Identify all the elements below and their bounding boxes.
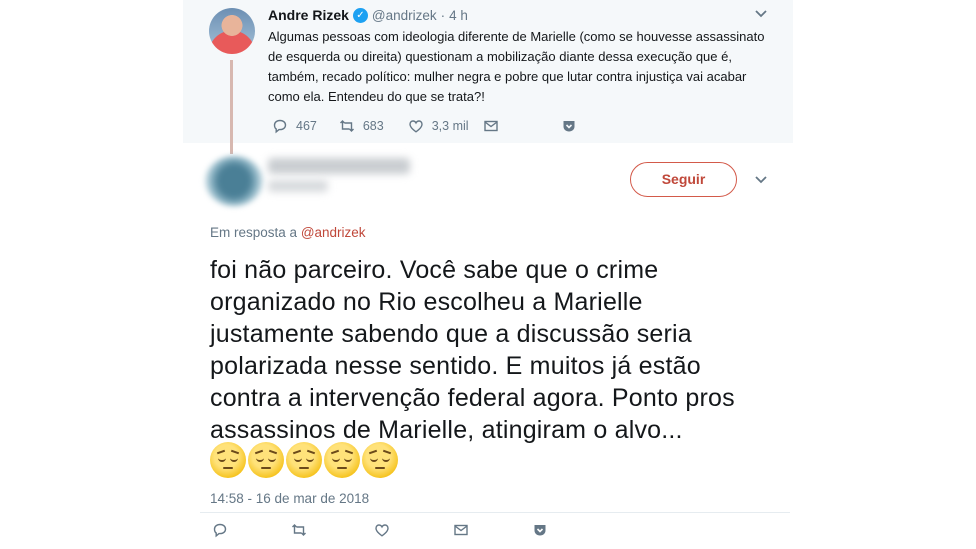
reply-context: Em resposta a @andrizek (210, 225, 366, 240)
direct-message-icon (483, 120, 498, 132)
direct-message-button[interactable] (483, 118, 499, 134)
like-icon (409, 120, 423, 133)
emoji-row (210, 442, 398, 478)
tweet-timestamp[interactable]: 14:58 - 16 de mar de 2018 (210, 491, 369, 506)
save-icon[interactable] (532, 522, 548, 538)
separator: · (440, 7, 446, 23)
reply-count: 467 (296, 119, 317, 133)
thread-connector-line (230, 60, 233, 154)
reply-icon (273, 119, 287, 134)
reply-mention-link[interactable]: @andrizek (301, 225, 366, 240)
retweet-button[interactable]: 683 (339, 118, 384, 134)
parent-tweet-text: Algumas pessoas com ideologia diferente … (268, 29, 765, 104)
pensive-face-emoji (210, 442, 246, 478)
save-icon (563, 121, 575, 132)
reply-icon[interactable] (212, 522, 228, 538)
like-icon[interactable] (374, 522, 390, 538)
like-count: 3,3 mil (431, 119, 469, 133)
tweet-time[interactable]: 4 h (449, 8, 468, 23)
pensive-face-emoji (286, 442, 322, 478)
parent-tweet-header: Andre Rizek ✓ @andrizek · 4 h (268, 7, 468, 23)
pensive-face-emoji (362, 442, 398, 478)
author-handle[interactable]: @andrizek (372, 8, 437, 23)
retweet-count: 683 (362, 119, 384, 133)
retweet-icon[interactable] (291, 522, 307, 538)
reply-button[interactable]: 467 (272, 118, 317, 134)
chevron-down-icon[interactable] (754, 9, 768, 19)
redacted-avatar[interactable] (205, 156, 263, 206)
redacted-author-handle (268, 180, 328, 192)
avatar[interactable] (209, 8, 255, 54)
pensive-face-emoji (248, 442, 284, 478)
like-button[interactable]: 3,3 mil (408, 118, 469, 134)
reply-prefix: Em resposta a (210, 225, 298, 240)
retweet-icon (339, 120, 354, 132)
redacted-author-name (268, 158, 410, 174)
parent-tweet-actions: 467 683 3,3 mil (272, 118, 577, 134)
author-name[interactable]: Andre Rizek (268, 7, 349, 23)
divider (200, 512, 790, 513)
follow-button[interactable]: Seguir (630, 162, 737, 197)
pensive-face-emoji (324, 442, 360, 478)
direct-message-icon[interactable] (453, 522, 469, 538)
tweet-text: foi não parceiro. Você sabe que o crime … (210, 256, 735, 444)
save-button[interactable] (561, 118, 577, 134)
tweet-actions (212, 520, 552, 542)
verified-badge-icon: ✓ (352, 7, 368, 23)
chevron-down-icon[interactable] (754, 175, 768, 185)
